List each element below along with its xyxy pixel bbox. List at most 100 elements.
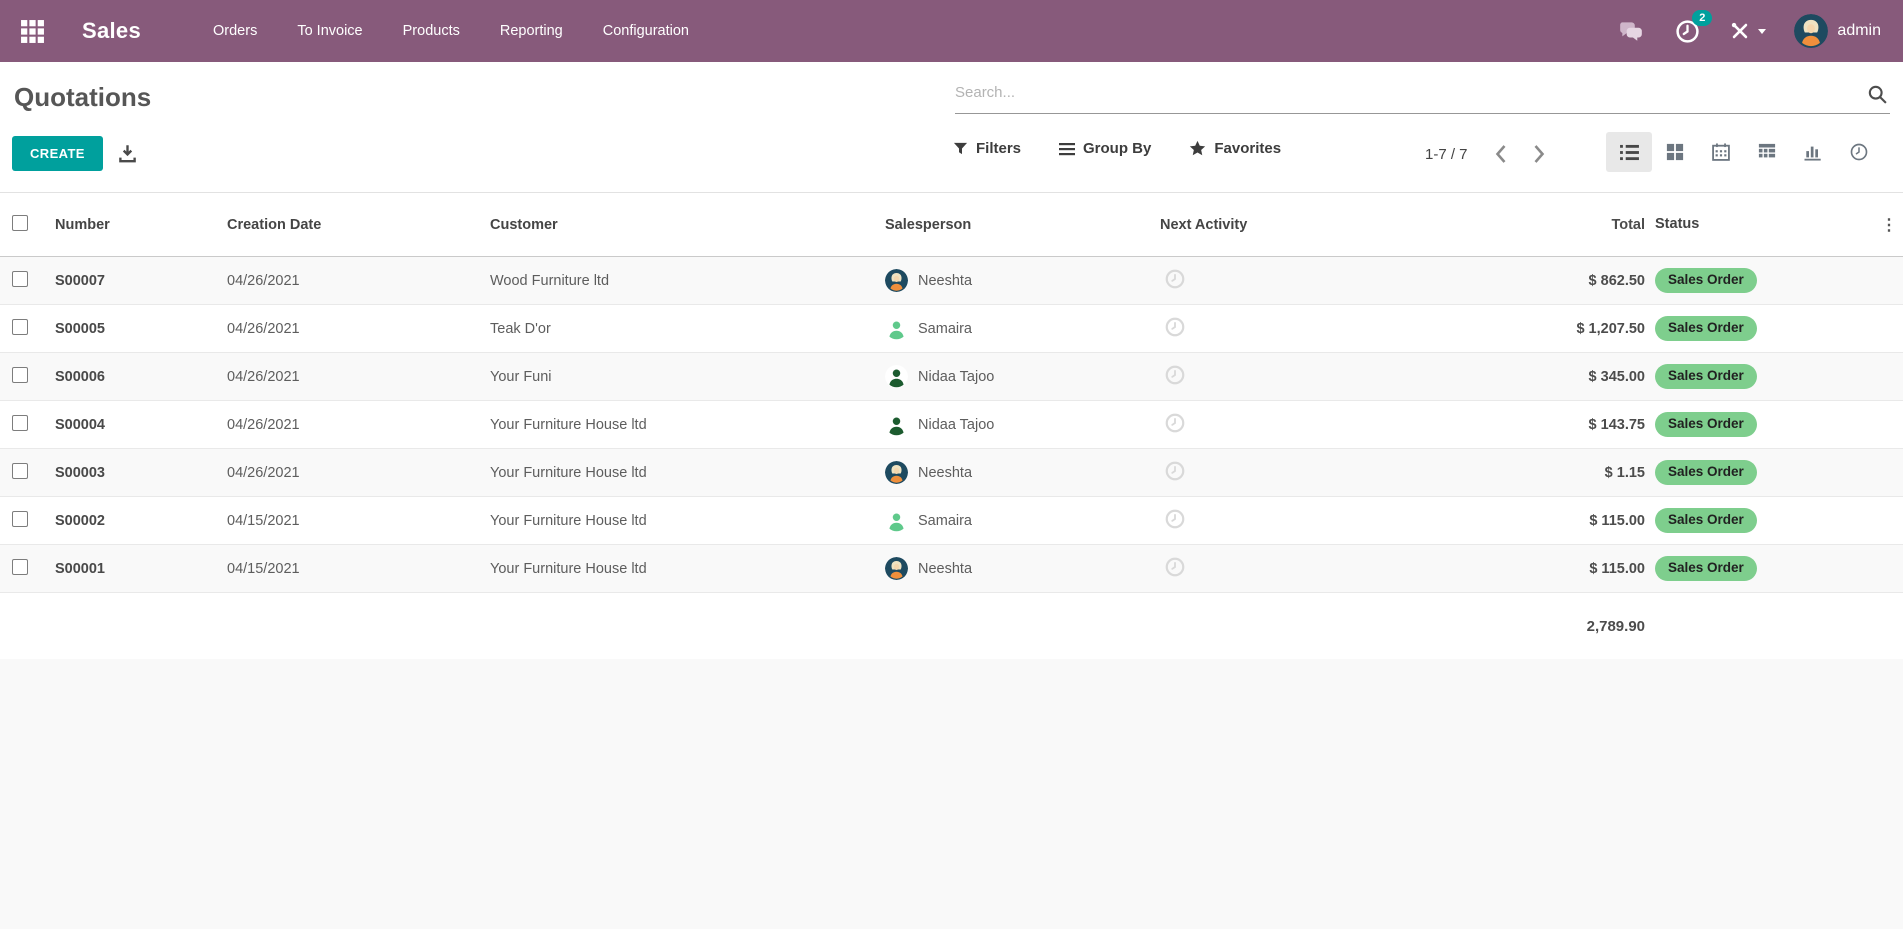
column-header-salesperson[interactable]: Salesperson [885, 217, 1160, 233]
salesperson-name: Samaira [918, 513, 972, 529]
search-icon[interactable] [1867, 84, 1888, 110]
quotations-list: Number Creation Date Customer Salesperso… [0, 193, 1903, 659]
main-menu: Orders To Invoice Products Reporting Con… [213, 0, 689, 62]
import-export-button[interactable] [118, 144, 137, 168]
creation-date: 04/26/2021 [227, 465, 490, 481]
order-total: $ 345.00 [1415, 369, 1645, 385]
next-activity-clock-icon[interactable] [1164, 422, 1186, 438]
list-icon [1620, 144, 1639, 161]
row-checkbox[interactable] [12, 559, 28, 575]
table-row[interactable]: S00007 04/26/2021 Wood Furniture ltd Nee… [0, 257, 1903, 305]
creation-date: 04/26/2021 [227, 417, 490, 433]
column-header-next-activity[interactable]: Next Activity [1160, 217, 1415, 233]
table-row[interactable]: S00006 04/26/2021 Your Funi Nidaa Tajoo … [0, 353, 1903, 401]
download-icon [118, 144, 137, 163]
column-header-customer[interactable]: Customer [490, 217, 885, 233]
quotation-number: S00006 [55, 369, 227, 385]
creation-date: 04/26/2021 [227, 369, 490, 385]
navbar-right: 2 admin [1617, 14, 1881, 48]
filters-button[interactable]: Filters [953, 140, 1021, 157]
group-by-button[interactable]: Group By [1059, 140, 1151, 157]
favorites-button[interactable]: Favorites [1189, 140, 1281, 157]
calendar-icon [1712, 143, 1730, 161]
grid-icon [20, 19, 45, 44]
customer-name: Teak D'or [490, 321, 885, 337]
quotation-number: S00003 [55, 465, 227, 481]
next-activity-clock-icon[interactable] [1164, 326, 1186, 342]
filter-bar: Filters Group By Favorites [953, 140, 1281, 157]
quotation-number: S00007 [55, 273, 227, 289]
table-row[interactable]: S00002 04/15/2021 Your Furniture House l… [0, 497, 1903, 545]
user-menu[interactable]: admin [1794, 14, 1881, 48]
debug-tools-button[interactable] [1729, 20, 1766, 42]
status-badge: Sales Order [1655, 412, 1757, 437]
menu-reporting[interactable]: Reporting [500, 0, 563, 62]
menu-configuration[interactable]: Configuration [603, 0, 689, 62]
creation-date: 04/26/2021 [227, 321, 490, 337]
pager-previous-button[interactable] [1494, 144, 1507, 164]
status-badge: Sales Order [1655, 268, 1757, 293]
customer-name: Your Furniture House ltd [490, 465, 885, 481]
activity-view-button[interactable] [1836, 132, 1882, 172]
calendar-view-button[interactable] [1698, 132, 1744, 172]
column-header-number[interactable]: Number [55, 217, 227, 233]
next-activity-clock-icon[interactable] [1164, 470, 1186, 486]
create-button[interactable]: CREATE [12, 136, 103, 171]
quotation-number: S00001 [55, 561, 227, 577]
menu-to-invoice[interactable]: To Invoice [297, 0, 362, 62]
menu-orders[interactable]: Orders [213, 0, 257, 62]
apps-menu-icon[interactable] [12, 11, 52, 51]
user-avatar [1794, 14, 1828, 48]
row-checkbox[interactable] [12, 463, 28, 479]
table-row[interactable]: S00003 04/26/2021 Your Furniture House l… [0, 449, 1903, 497]
next-activity-clock-icon[interactable] [1164, 518, 1186, 534]
pager-next-button[interactable] [1533, 144, 1546, 164]
column-header-status[interactable]: Status [1655, 215, 1699, 233]
table-row[interactable]: S00001 04/15/2021 Your Furniture House l… [0, 545, 1903, 593]
view-switcher [1606, 132, 1882, 172]
creation-date: 04/15/2021 [227, 513, 490, 529]
order-total: $ 115.00 [1415, 561, 1645, 577]
order-total: $ 1.15 [1415, 465, 1645, 481]
table-row[interactable]: S00005 04/26/2021 Teak D'or Samaira $ 1,… [0, 305, 1903, 353]
salesperson-name: Neeshta [918, 465, 972, 481]
star-icon [1189, 140, 1206, 157]
graph-view-button[interactable] [1790, 132, 1836, 172]
menu-products[interactable]: Products [403, 0, 460, 62]
table-row[interactable]: S00004 04/26/2021 Your Furniture House l… [0, 401, 1903, 449]
search-bar [955, 76, 1890, 114]
next-activity-clock-icon[interactable] [1164, 278, 1186, 294]
column-header-total[interactable]: Total [1415, 217, 1645, 233]
activity-count-badge: 2 [1692, 10, 1712, 26]
app-title[interactable]: Sales [82, 18, 141, 44]
row-checkbox[interactable] [12, 319, 28, 335]
kanban-view-button[interactable] [1652, 132, 1698, 172]
status-badge: Sales Order [1655, 316, 1757, 341]
row-checkbox[interactable] [12, 271, 28, 287]
column-header-creation-date[interactable]: Creation Date [227, 217, 490, 233]
list-view-button[interactable] [1606, 132, 1652, 172]
salesperson-avatar [885, 269, 908, 292]
table-body: S00007 04/26/2021 Wood Furniture ltd Nee… [0, 257, 1903, 593]
order-total: $ 115.00 [1415, 513, 1645, 529]
row-checkbox[interactable] [12, 511, 28, 527]
customer-name: Your Funi [490, 369, 885, 385]
messages-button[interactable] [1617, 17, 1645, 45]
next-activity-clock-icon[interactable] [1164, 374, 1186, 390]
search-input[interactable] [955, 76, 1890, 114]
select-all-checkbox[interactable] [12, 215, 28, 231]
optional-columns-icon[interactable]: ⋮ [1881, 215, 1903, 235]
activities-button[interactable]: 2 [1673, 17, 1701, 45]
funnel-icon [953, 141, 968, 156]
control-panel: Quotations CREATE Filters [0, 62, 1903, 193]
summary-row: 2,789.90 [0, 593, 1903, 659]
kanban-icon [1666, 143, 1684, 161]
odoo-app: Sales Orders To Invoice Products Reporti… [0, 0, 1903, 929]
next-activity-clock-icon[interactable] [1164, 566, 1186, 582]
pivot-view-button[interactable] [1744, 132, 1790, 172]
creation-date: 04/26/2021 [227, 273, 490, 289]
row-checkbox[interactable] [12, 367, 28, 383]
pager: 1-7 / 7 [1425, 144, 1546, 164]
order-total: $ 862.50 [1415, 273, 1645, 289]
row-checkbox[interactable] [12, 415, 28, 431]
